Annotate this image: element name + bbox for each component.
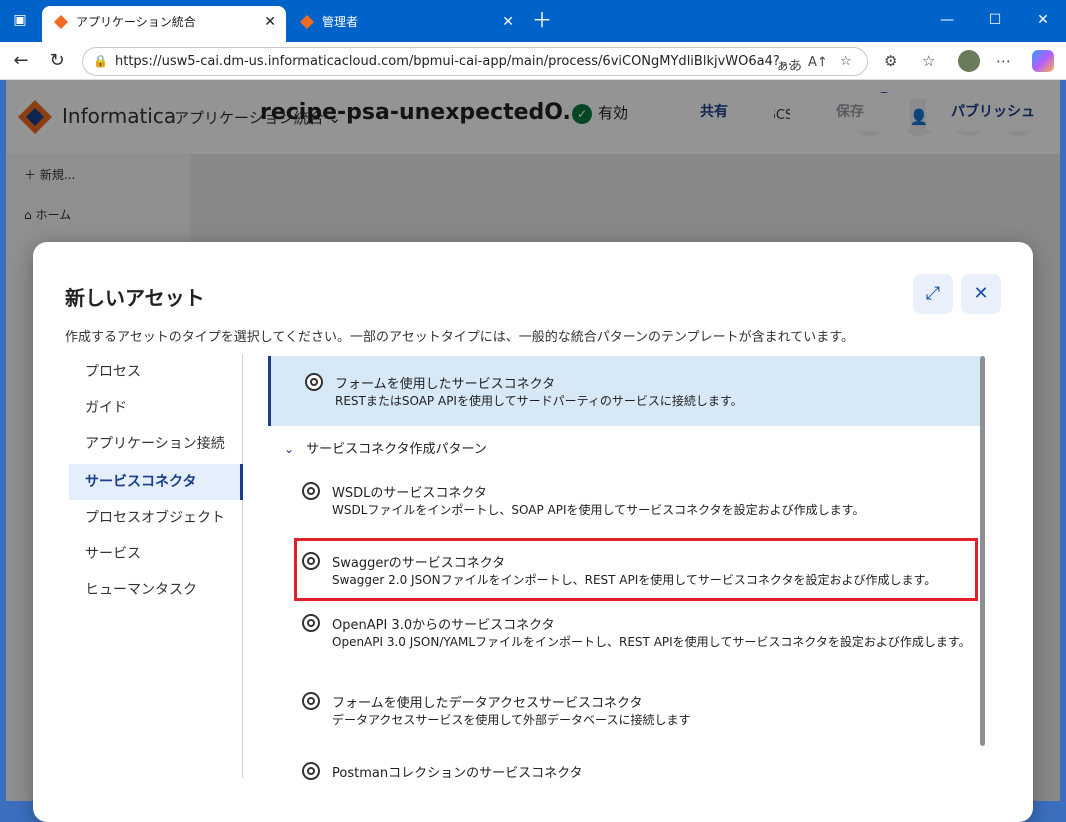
connector-icon <box>302 614 320 632</box>
asset-item-wsdl[interactable]: WSDLのサービスコネクタ WSDLファイルをインポートし、SOAP APIを使… <box>268 472 980 522</box>
asset-desc: OpenAPI 3.0 JSON/YAMLファイルをインポートし、REST AP… <box>332 635 971 649</box>
informatica-favicon-icon <box>300 15 314 29</box>
profile-avatar[interactable] <box>958 50 980 72</box>
browser-toolbar: ← ↻ 🔒 https://usw5-cai.dm-us.informatica… <box>0 42 1066 80</box>
asset-desc: WSDLファイルをインポートし、SOAP APIを使用してサービスコネクタを設定… <box>332 503 865 517</box>
asset-desc: RESTまたはSOAP APIを使用してサードパーティのサービスに接続します。 <box>335 394 743 408</box>
asset-title: Postmanコレクションのサービスコネクタ <box>332 766 583 781</box>
asset-type-list: プロセス ガイド アプリケーション接続 サービスコネクタ プロセスオブジェクト … <box>69 354 243 778</box>
asset-item-postman[interactable]: Postmanコレクションのサービスコネクタ <box>268 752 980 786</box>
chevron-down-icon: ⌄ <box>284 442 295 456</box>
browser-tabbar: ▣ アプリケーション統合 ✕ 管理者 ✕ ＋ — ☐ ✕ <box>0 0 1066 42</box>
asset-title: OpenAPI 3.0からのサービスコネクタ <box>332 618 555 633</box>
asset-title: フォームを使用したサービスコネクタ <box>335 377 556 392</box>
minimize-icon[interactable]: — <box>932 8 962 32</box>
asset-type-service[interactable]: サービス <box>69 536 243 572</box>
more-menu-icon[interactable]: ⋯ <box>996 52 1011 70</box>
asset-item-form-service-connector[interactable]: フォームを使用したサービスコネクタ RESTまたはSOAP APIを使用してサー… <box>268 356 980 426</box>
tab-close-icon[interactable]: ✕ <box>502 6 514 38</box>
connector-icon <box>305 373 323 391</box>
informatica-favicon-icon <box>54 15 68 29</box>
back-icon[interactable]: ← <box>8 48 34 74</box>
asset-type-service-connector[interactable]: サービスコネクタ <box>69 464 243 500</box>
extensions-icon[interactable]: ⚙ <box>884 52 897 70</box>
window-close-icon[interactable]: ✕ <box>1028 8 1058 32</box>
favorite-star-icon[interactable]: ☆ <box>840 54 852 69</box>
connector-icon <box>302 482 320 500</box>
group-header[interactable]: ⌄ サービスコネクタ作成パターン <box>284 438 487 457</box>
asset-type-app-connection[interactable]: アプリケーション接続 <box>69 426 243 462</box>
dialog-description: 作成するアセットのタイプを選択してください。一部のアセットタイプには、一般的な統… <box>65 330 854 345</box>
expand-icon[interactable]: ⤢ <box>913 274 953 314</box>
asset-item-openapi[interactable]: OpenAPI 3.0からのサービスコネクタ OpenAPI 3.0 JSON/… <box>268 604 980 670</box>
close-icon[interactable]: ✕ <box>961 274 1001 314</box>
connector-icon <box>302 692 320 710</box>
asset-title: WSDLのサービスコネクタ <box>332 486 487 501</box>
asset-item-data-access[interactable]: フォームを使用したデータアクセスサービスコネクタ データアクセスサービスを使用し… <box>268 682 980 732</box>
asset-type-process[interactable]: プロセス <box>69 354 243 390</box>
asset-title: フォームを使用したデータアクセスサービスコネクタ <box>332 696 643 711</box>
scrollbar[interactable] <box>980 356 985 746</box>
lock-icon: 🔒 <box>93 54 108 68</box>
address-bar[interactable]: 🔒 https://usw5-cai.dm-us.informaticaclou… <box>82 47 868 76</box>
refresh-icon[interactable]: ↻ <box>44 48 70 74</box>
group-header-label: サービスコネクタ作成パターン <box>306 442 487 457</box>
highlight-box <box>294 538 978 601</box>
copilot-icon[interactable] <box>1032 50 1054 72</box>
asset-type-process-object[interactable]: プロセスオブジェクト <box>69 500 243 536</box>
connector-icon <box>302 762 320 780</box>
tab-title: アプリケーション統合 <box>76 15 196 29</box>
tab-close-icon[interactable]: ✕ <box>264 6 276 38</box>
url-text: https://usw5-cai.dm-us.informaticacloud.… <box>115 54 793 69</box>
asset-type-guide[interactable]: ガイド <box>69 390 243 426</box>
new-asset-dialog: 新しいアセット ⤢ ✕ 作成するアセットのタイプを選択してください。一部のアセッ… <box>33 242 1033 822</box>
tab-admin[interactable]: 管理者 ✕ <box>288 6 524 42</box>
tab-title: 管理者 <box>322 15 359 29</box>
maximize-icon[interactable]: ☐ <box>980 8 1010 32</box>
asset-type-human-task[interactable]: ヒューマンタスク <box>69 572 243 608</box>
new-tab-icon[interactable]: ＋ <box>532 8 552 32</box>
window-menu-icon[interactable]: ▣ <box>8 8 32 32</box>
asset-desc: データアクセスサービスを使用して外部データベースに接続します <box>332 713 691 727</box>
immersive-reader-icon[interactable]: A↑ <box>808 55 828 70</box>
read-aloud-icon[interactable]: ぁあ <box>776 55 802 74</box>
dialog-title: 新しいアセット <box>65 286 205 310</box>
tab-application-integration[interactable]: アプリケーション統合 ✕ <box>42 6 286 42</box>
favorites-icon[interactable]: ☆ <box>922 52 935 70</box>
